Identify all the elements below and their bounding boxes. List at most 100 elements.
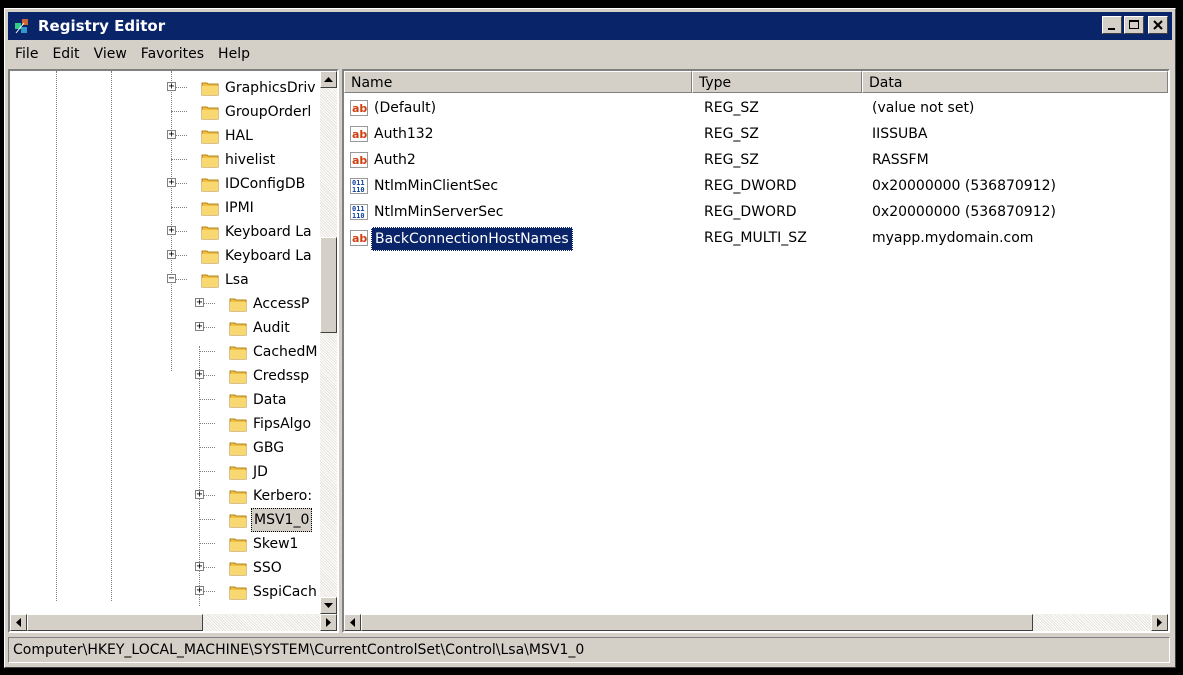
expand-icon[interactable]: +: [195, 370, 204, 380]
tree-item[interactable]: + Kerbero:: [10, 484, 320, 508]
tree-horizontal-scrollbar[interactable]: [10, 614, 337, 631]
tree-item[interactable]: + SSO: [10, 556, 320, 580]
list-item[interactable]: 011 110 NtlmMinServerSec REG_DWORD 0x2000000…: [344, 199, 1168, 225]
folder-icon: [229, 535, 247, 553]
folder-icon: [201, 151, 219, 169]
tree-item[interactable]: GroupOrderl: [10, 100, 320, 124]
tree-item[interactable]: IPMI: [10, 196, 320, 220]
tree-item-label: FipsAlgo: [253, 416, 312, 432]
tree-item[interactable]: CachedM: [10, 340, 320, 364]
value-data: IISSUBA: [872, 126, 928, 142]
menu-favorites[interactable]: Favorites: [134, 43, 211, 67]
expand-icon[interactable]: +: [195, 298, 204, 308]
tree-item[interactable]: + HAL: [10, 124, 320, 148]
folder-icon: [201, 127, 219, 145]
folder-icon: [229, 391, 247, 409]
values-pane[interactable]: Name Type Data ab (Default) REG_SZ (value n…: [342, 69, 1170, 633]
folder-icon: [229, 367, 247, 385]
close-icon: [1153, 20, 1163, 30]
tree-vertical-scrollbar[interactable]: [320, 71, 337, 614]
value-name: NtlmMinClientSec: [374, 178, 499, 194]
tree-item[interactable]: + Audit: [10, 316, 320, 340]
expand-icon[interactable]: +: [167, 178, 176, 188]
value-name: BackConnectionHostNames: [371, 227, 573, 251]
scroll-down-button[interactable]: [320, 597, 337, 614]
list-item[interactable]: ab Auth2 REG_SZ RASSFM: [344, 147, 1168, 173]
expand-icon[interactable]: +: [167, 82, 176, 92]
tree-pane[interactable]: + GraphicsDriv GroupOrderl + HAL hivelist + IDC…: [8, 69, 339, 633]
values-hscroll-thumb[interactable]: [361, 614, 1033, 631]
tree-item[interactable]: + GraphicsDriv: [10, 76, 320, 100]
expand-icon[interactable]: +: [195, 490, 204, 500]
arrow-down-icon: [324, 603, 333, 608]
string-value-icon: ab: [350, 229, 368, 247]
column-header-name[interactable]: Name: [344, 71, 692, 93]
maximize-icon: [1129, 20, 1139, 29]
menu-edit[interactable]: Edit: [45, 43, 86, 67]
tree-item[interactable]: Data: [10, 388, 320, 412]
scroll-left-button[interactable]: [10, 614, 27, 631]
tree-item[interactable]: GBG: [10, 436, 320, 460]
expand-icon[interactable]: +: [195, 322, 204, 332]
status-bar-path: Computer\HKEY_LOCAL_MACHINE\SYSTEM\Curre…: [8, 637, 1170, 663]
column-header-data[interactable]: Data: [862, 71, 1168, 93]
tree-item[interactable]: JD: [10, 460, 320, 484]
tree-item[interactable]: MSV1_0: [10, 508, 320, 532]
expand-icon[interactable]: +: [195, 562, 204, 572]
scroll-up-button[interactable]: [320, 71, 337, 88]
tree-item-label: GBG: [253, 440, 285, 456]
expand-icon[interactable]: +: [195, 586, 204, 596]
minimize-button[interactable]: [1102, 16, 1122, 34]
expand-icon[interactable]: +: [167, 250, 176, 260]
window-title: Registry Editor: [38, 17, 166, 35]
tree-scroll-thumb[interactable]: [320, 237, 337, 333]
tree-item[interactable]: − Lsa: [10, 268, 320, 292]
binary-value-icon: 011 110: [350, 203, 368, 221]
collapse-icon[interactable]: −: [167, 274, 176, 284]
tree-item[interactable]: hivelist: [10, 148, 320, 172]
tree-item[interactable]: + Keyboard La: [10, 244, 320, 268]
tree-item[interactable]: + IDConfigDB: [10, 172, 320, 196]
values-scroll-right-button[interactable]: [1151, 614, 1168, 631]
value-name: NtlmMinServerSec: [374, 204, 504, 220]
folder-icon: [229, 343, 247, 361]
folder-icon: [201, 223, 219, 241]
values-scroll-left-button[interactable]: [344, 614, 361, 631]
expand-icon[interactable]: +: [167, 130, 176, 140]
menu-view[interactable]: View: [87, 43, 134, 67]
tree-item[interactable]: + Credssp: [10, 364, 320, 388]
list-item[interactable]: ab Auth132 REG_SZ IISSUBA: [344, 121, 1168, 147]
column-header-type[interactable]: Type: [692, 71, 862, 93]
list-item[interactable]: 011 110 NtlmMinClientSec REG_DWORD 0x2000000…: [344, 173, 1168, 199]
svg-text:ab: ab: [352, 128, 367, 141]
menu-file[interactable]: File: [8, 43, 45, 67]
folder-icon: [229, 463, 247, 481]
tree-item-label: Keyboard La: [225, 224, 312, 240]
tree-item-label: HAL: [225, 128, 253, 144]
close-button[interactable]: [1148, 16, 1168, 34]
tree-item-label: GroupOrderl: [225, 104, 312, 120]
tree-item[interactable]: + SspiCach: [10, 580, 320, 604]
menu-help[interactable]: Help: [211, 43, 257, 67]
list-item[interactable]: ab (Default) REG_SZ (value not set): [344, 95, 1168, 121]
tree-item-label: MSV1_0: [251, 508, 313, 532]
tree-item-label: IPMI: [225, 200, 254, 216]
maximize-button[interactable]: [1124, 16, 1144, 34]
title-bar[interactable]: Registry Editor: [8, 12, 1172, 40]
tree-item[interactable]: + Keyboard La: [10, 220, 320, 244]
value-type: REG_SZ: [704, 152, 759, 168]
values-horizontal-scrollbar[interactable]: [344, 614, 1168, 631]
expand-icon[interactable]: +: [167, 226, 176, 236]
folder-icon: [229, 511, 247, 529]
value-name: Auth2: [374, 152, 416, 168]
tree-item[interactable]: + AccessP: [10, 292, 320, 316]
tree-item-label: CachedM: [253, 344, 318, 360]
tree-item[interactable]: FipsAlgo: [10, 412, 320, 436]
list-item[interactable]: ab BackConnectionHostNames REG_MULTI_SZ mya…: [344, 225, 1168, 251]
tree-item-label: GraphicsDriv: [225, 80, 316, 96]
scroll-right-button[interactable]: [320, 614, 337, 631]
tree-item[interactable]: Skew1: [10, 532, 320, 556]
client-area: + GraphicsDriv GroupOrderl + HAL hivelist + IDC…: [8, 69, 1170, 633]
value-data: RASSFM: [872, 152, 929, 168]
tree-hscroll-thumb[interactable]: [27, 614, 203, 631]
